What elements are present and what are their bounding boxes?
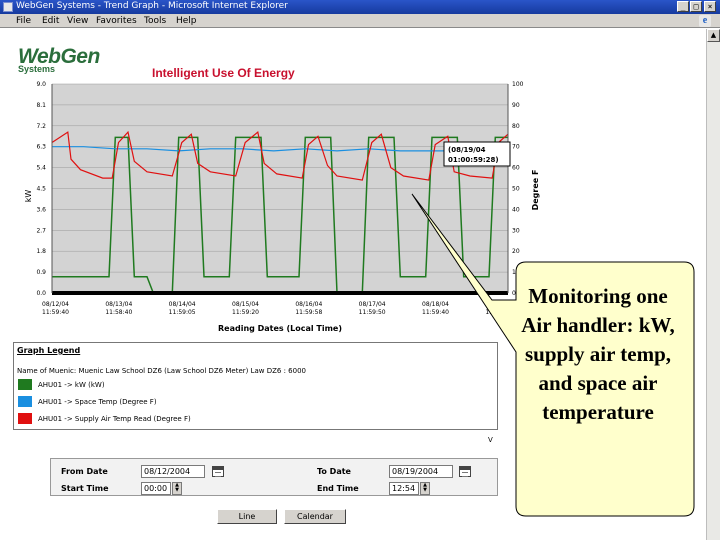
date-range-form: From Date 08/12/2004 To Date 08/19/2004 … <box>50 458 498 496</box>
y-right-tick-label: 60 <box>512 165 520 172</box>
y-right-tick-label: 90 <box>512 102 520 109</box>
start-time-spinner-icon[interactable]: ▲ ▼ <box>172 482 182 495</box>
calendar-button[interactable]: Calendar <box>284 509 346 524</box>
x-tick-label: 08/14/04 <box>169 301 196 308</box>
legend-entry-kw: AHU01 -> kW (kW) <box>18 379 438 391</box>
legend-label: AHU01 -> kW (kW) <box>38 381 105 389</box>
end-time-label: End Time <box>317 484 359 493</box>
legend-entry-supply-temp: AHU01 -> Supply Air Temp Read (Degree F) <box>18 413 438 425</box>
y-right-tick-label: 100 <box>512 81 524 88</box>
y-left-tick-label: 0.9 <box>36 269 46 276</box>
graph-legend: Graph Legend Name of Muenic: Muenic Law … <box>13 342 498 430</box>
y-right-tick-label: 50 <box>512 186 520 193</box>
y-right-tick-label: 20 <box>512 248 520 255</box>
y-left-tick-label: 1.8 <box>36 248 46 255</box>
y-left-tick-label: 6.3 <box>36 144 46 151</box>
y-left-tick-label: 5.4 <box>36 165 46 172</box>
legend-swatch <box>18 379 32 390</box>
x-tick-label: 11:59:20 <box>232 309 259 316</box>
x-axis-title: Reading Dates (Local Time) <box>218 324 342 333</box>
y-right-tick-label: 80 <box>512 123 520 130</box>
callout-text: Monitoring one Air handler: kW, supply a… <box>521 284 675 424</box>
to-date-label: To Date <box>317 467 351 476</box>
legend-label: AHU01 -> Supply Air Temp Read (Degree F) <box>38 415 191 423</box>
legend-swatch <box>18 396 32 407</box>
y-right-tick-label: 70 <box>512 144 520 151</box>
x-tick-label: 08/16/04 <box>295 301 322 308</box>
x-tick-label: 11:59:05 <box>169 309 196 316</box>
x-tick-label: 08/13/04 <box>105 301 132 308</box>
x-tick-label: 11:59:40 <box>42 309 69 316</box>
x-tick-label: 08/15/04 <box>232 301 259 308</box>
start-time-input[interactable]: 00:00 <box>141 482 171 495</box>
y-left-tick-label: 7.2 <box>36 123 46 130</box>
partial-text: V <box>488 436 493 444</box>
y-right-tick-label: 30 <box>512 227 520 234</box>
x-tick-label: 11:59:58 <box>295 309 322 316</box>
y-left-tick-label: 4.5 <box>36 186 46 193</box>
y-left-tick-label: 3.6 <box>36 206 46 213</box>
from-date-input[interactable]: 08/12/2004 <box>141 465 205 478</box>
to-date-calendar-icon[interactable] <box>459 466 471 477</box>
y-axis-right-title: Degree F <box>531 170 540 211</box>
x-tick-label: 11:59:50 <box>359 309 386 316</box>
x-tick-label: 11:58:40 <box>105 309 132 316</box>
legend-swatch <box>18 413 32 424</box>
legend-title: Graph Legend <box>17 346 81 355</box>
start-time-label: Start Time <box>61 484 109 493</box>
legend-entry-space-temp: AHU01 -> Space Temp (Degree F) <box>18 396 438 408</box>
y-axis-left-title: kW <box>24 190 33 203</box>
line-button[interactable]: Line <box>217 509 277 524</box>
legend-description: Name of Muenic: Muenic Law School DZ6 (L… <box>17 367 306 375</box>
data-tooltip-line: 01:00:59:28) <box>448 156 499 164</box>
x-tick-label: 08/17/04 <box>359 301 386 308</box>
from-date-calendar-icon[interactable] <box>212 466 224 477</box>
end-time-spinner-icon[interactable]: ▲ ▼ <box>420 482 430 495</box>
data-tooltip-line: (08/19/04 <box>448 146 486 154</box>
x-tick-label: 11:59:40 <box>422 309 449 316</box>
end-time-input[interactable]: 12:54 <box>389 482 419 495</box>
y-right-tick-label: 40 <box>512 206 520 213</box>
x-tick-label: 08/12/04 <box>42 301 69 308</box>
x-tick-label: 08/18/04 <box>422 301 449 308</box>
y-left-tick-label: 2.7 <box>36 227 46 234</box>
from-date-label: From Date <box>61 467 108 476</box>
y-left-tick-label: 8.1 <box>36 102 46 109</box>
y-left-tick-label: 0.0 <box>36 290 46 297</box>
legend-label: AHU01 -> Space Temp (Degree F) <box>38 398 157 406</box>
to-date-input[interactable]: 08/19/2004 <box>389 465 453 478</box>
y-left-tick-label: 9.0 <box>36 81 46 88</box>
